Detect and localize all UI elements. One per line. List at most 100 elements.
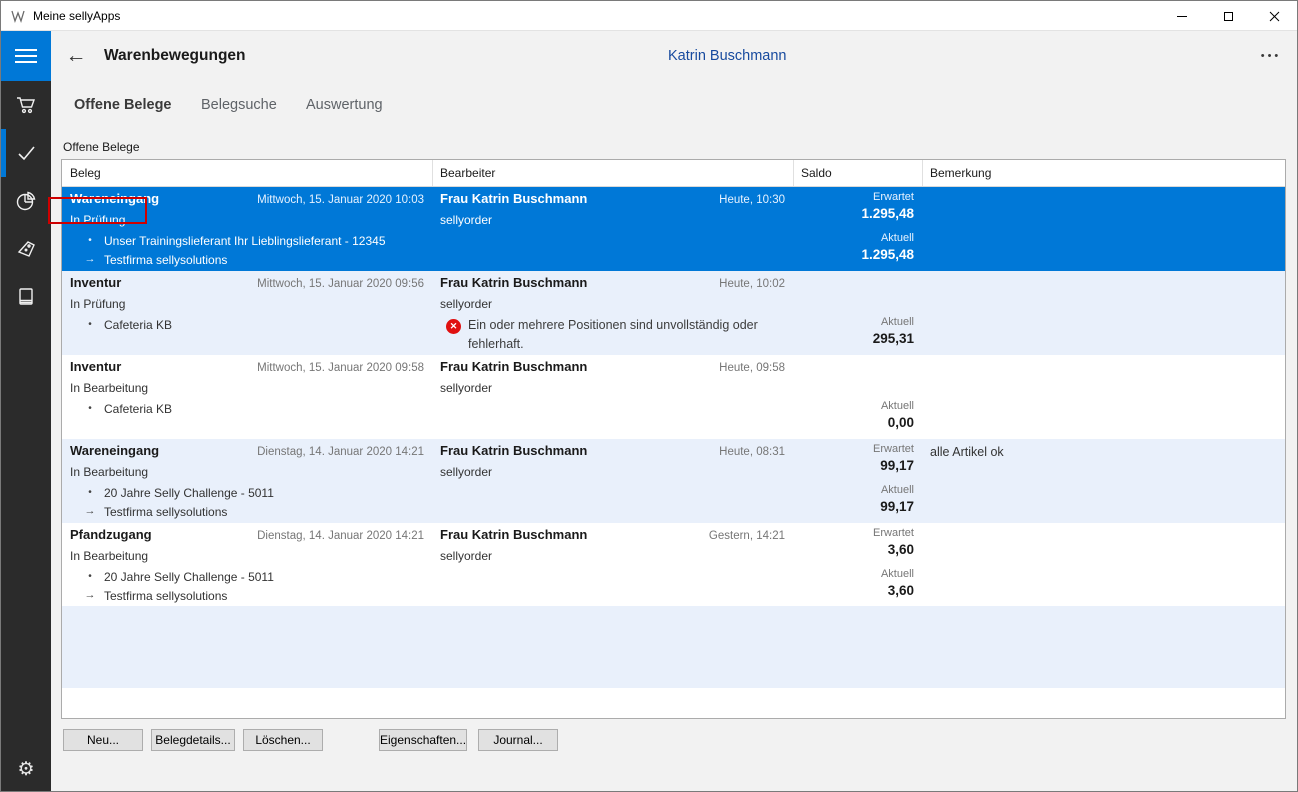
editor-name: Frau Katrin Buschmann xyxy=(440,443,587,458)
actual-label: Aktuell xyxy=(793,484,914,496)
page-title: Warenbewegungen xyxy=(104,47,246,65)
editor-name: Frau Katrin Buschmann xyxy=(440,191,587,206)
tab-offene-belege[interactable]: Offene Belege xyxy=(74,97,172,113)
bullet-icon: • xyxy=(82,319,98,330)
doc-status: In Bearbeitung xyxy=(70,549,148,563)
error-icon: ✕ xyxy=(446,319,461,334)
expected-value: 99,17 xyxy=(793,458,914,473)
edit-time: Heute, 09:58 xyxy=(582,362,785,374)
hamburger-icon xyxy=(15,49,37,51)
bullet-icon: • xyxy=(82,235,98,246)
actual-label: Aktuell xyxy=(793,316,914,328)
back-button[interactable]: ← xyxy=(63,42,89,70)
expected-value: 1.295,48 xyxy=(793,206,914,221)
arrow-icon: → xyxy=(82,253,98,265)
editor-app: sellyorder xyxy=(440,465,492,479)
tab-belegsuche[interactable]: Belegsuche xyxy=(201,97,277,113)
open-documents-table: Beleg Bearbeiter Saldo Bemerkung Warenei… xyxy=(61,159,1286,719)
maximize-button[interactable] xyxy=(1205,1,1251,31)
actual-value: 295,31 xyxy=(793,331,914,346)
bullet-icon: • xyxy=(82,571,98,582)
actual-label: Aktuell xyxy=(793,568,914,580)
doc-type: Inventur xyxy=(70,359,121,374)
doc-type: Wareneingang xyxy=(70,191,159,206)
close-button[interactable] xyxy=(1251,1,1297,31)
section-label: Offene Belege xyxy=(63,140,140,154)
more-button[interactable]: ••• xyxy=(1253,45,1289,67)
editor-app: sellyorder xyxy=(440,213,492,227)
doc-type: Pfandzugang xyxy=(70,527,152,542)
title-bar: Meine sellyApps xyxy=(1,1,1297,31)
actual-label: Aktuell xyxy=(793,400,914,412)
ellipsis-icon: ••• xyxy=(1261,50,1282,62)
doc-date: Dienstag, 14. Januar 2020 14:21 xyxy=(212,446,424,458)
column-header-bemerkung[interactable]: Bemerkung xyxy=(930,166,991,180)
app-logo-icon xyxy=(10,8,26,24)
window-title: Meine sellyApps xyxy=(33,9,120,23)
editor-name: Frau Katrin Buschmann xyxy=(440,527,587,542)
sidebar-item-auswertung[interactable] xyxy=(1,177,51,225)
doc-status: In Bearbeitung xyxy=(70,465,148,479)
table-body: Wareneingang Mittwoch, 15. Januar 2020 1… xyxy=(62,187,1285,607)
doc-firm: Testfirma sellysolutions xyxy=(104,253,227,267)
eigenschaften-button[interactable]: Eigenschaften... xyxy=(379,729,467,751)
error-message: Ein oder mehrere Positionen sind unvolls… xyxy=(468,316,770,354)
sidebar-item-shop[interactable] xyxy=(1,81,51,129)
sidebar: ⚙ xyxy=(1,31,51,792)
loeschen-button[interactable]: Löschen... xyxy=(243,729,323,751)
minimize-icon xyxy=(1177,16,1187,17)
actual-value: 0,00 xyxy=(793,415,914,430)
app-window: Meine sellyApps xyxy=(0,0,1298,792)
menu-button[interactable] xyxy=(1,31,51,81)
sidebar-item-angebote[interactable] xyxy=(1,225,51,273)
table-row[interactable]: Pfandzugang Dienstag, 14. Januar 2020 14… xyxy=(62,523,1285,607)
column-header-saldo[interactable]: Saldo xyxy=(801,166,832,180)
cart-icon xyxy=(15,94,37,116)
doc-partner: 20 Jahre Selly Challenge - 5011 xyxy=(104,570,274,584)
arrow-icon: → xyxy=(82,589,98,601)
editor-app: sellyorder xyxy=(440,381,492,395)
actual-value: 99,17 xyxy=(793,499,914,514)
minimize-button[interactable] xyxy=(1159,1,1205,31)
bullet-icon: • xyxy=(82,487,98,498)
tag-icon xyxy=(15,238,37,260)
pie-chart-icon xyxy=(15,190,37,212)
editor-app: sellyorder xyxy=(440,297,492,311)
remark-text: alle Artikel ok xyxy=(930,445,1004,459)
journal-button[interactable]: Journal... xyxy=(478,729,558,751)
actual-value: 3,60 xyxy=(793,583,914,598)
sidebar-item-belege[interactable] xyxy=(1,129,51,177)
table-header: Beleg Bearbeiter Saldo Bemerkung xyxy=(62,160,1285,187)
doc-firm: Testfirma sellysolutions xyxy=(104,589,227,603)
neu-button[interactable]: Neu... xyxy=(63,729,143,751)
edit-time: Heute, 08:31 xyxy=(582,446,785,458)
doc-partner: Cafeteria KB xyxy=(104,402,172,416)
doc-date: Mittwoch, 15. Januar 2020 10:03 xyxy=(212,194,424,206)
table-row[interactable]: Inventur Mittwoch, 15. Januar 2020 09:58… xyxy=(62,355,1285,439)
bullet-icon: • xyxy=(82,403,98,414)
doc-date: Mittwoch, 15. Januar 2020 09:58 xyxy=(212,362,424,374)
user-name[interactable]: Katrin Buschmann xyxy=(668,48,786,64)
table-row[interactable]: Wareneingang Mittwoch, 15. Januar 2020 1… xyxy=(62,187,1285,271)
tab-auswertung[interactable]: Auswertung xyxy=(306,97,383,113)
belegdetails-button[interactable]: Belegdetails... xyxy=(151,729,235,751)
back-arrow-icon: ← xyxy=(66,44,87,68)
doc-partner: 20 Jahre Selly Challenge - 5011 xyxy=(104,486,274,500)
empty-stripe xyxy=(62,606,1285,688)
expected-label: Erwartet xyxy=(793,443,914,455)
table-row[interactable]: Inventur Mittwoch, 15. Januar 2020 09:56… xyxy=(62,271,1285,355)
table-row[interactable]: Wareneingang Dienstag, 14. Januar 2020 1… xyxy=(62,439,1285,523)
expected-label: Erwartet xyxy=(793,191,914,203)
sidebar-item-journal[interactable] xyxy=(1,273,51,321)
editor-app: sellyorder xyxy=(440,549,492,563)
doc-type: Wareneingang xyxy=(70,443,159,458)
doc-status: In Bearbeitung xyxy=(70,381,148,395)
check-icon xyxy=(15,142,37,164)
maximize-icon xyxy=(1224,12,1233,21)
edit-time: Heute, 10:02 xyxy=(582,278,785,290)
doc-status: In Prüfung xyxy=(70,297,125,311)
actual-label: Aktuell xyxy=(793,232,914,244)
column-header-beleg[interactable]: Beleg xyxy=(70,166,101,180)
column-header-bearbeiter[interactable]: Bearbeiter xyxy=(440,166,495,180)
settings-button[interactable]: ⚙ xyxy=(1,745,51,792)
